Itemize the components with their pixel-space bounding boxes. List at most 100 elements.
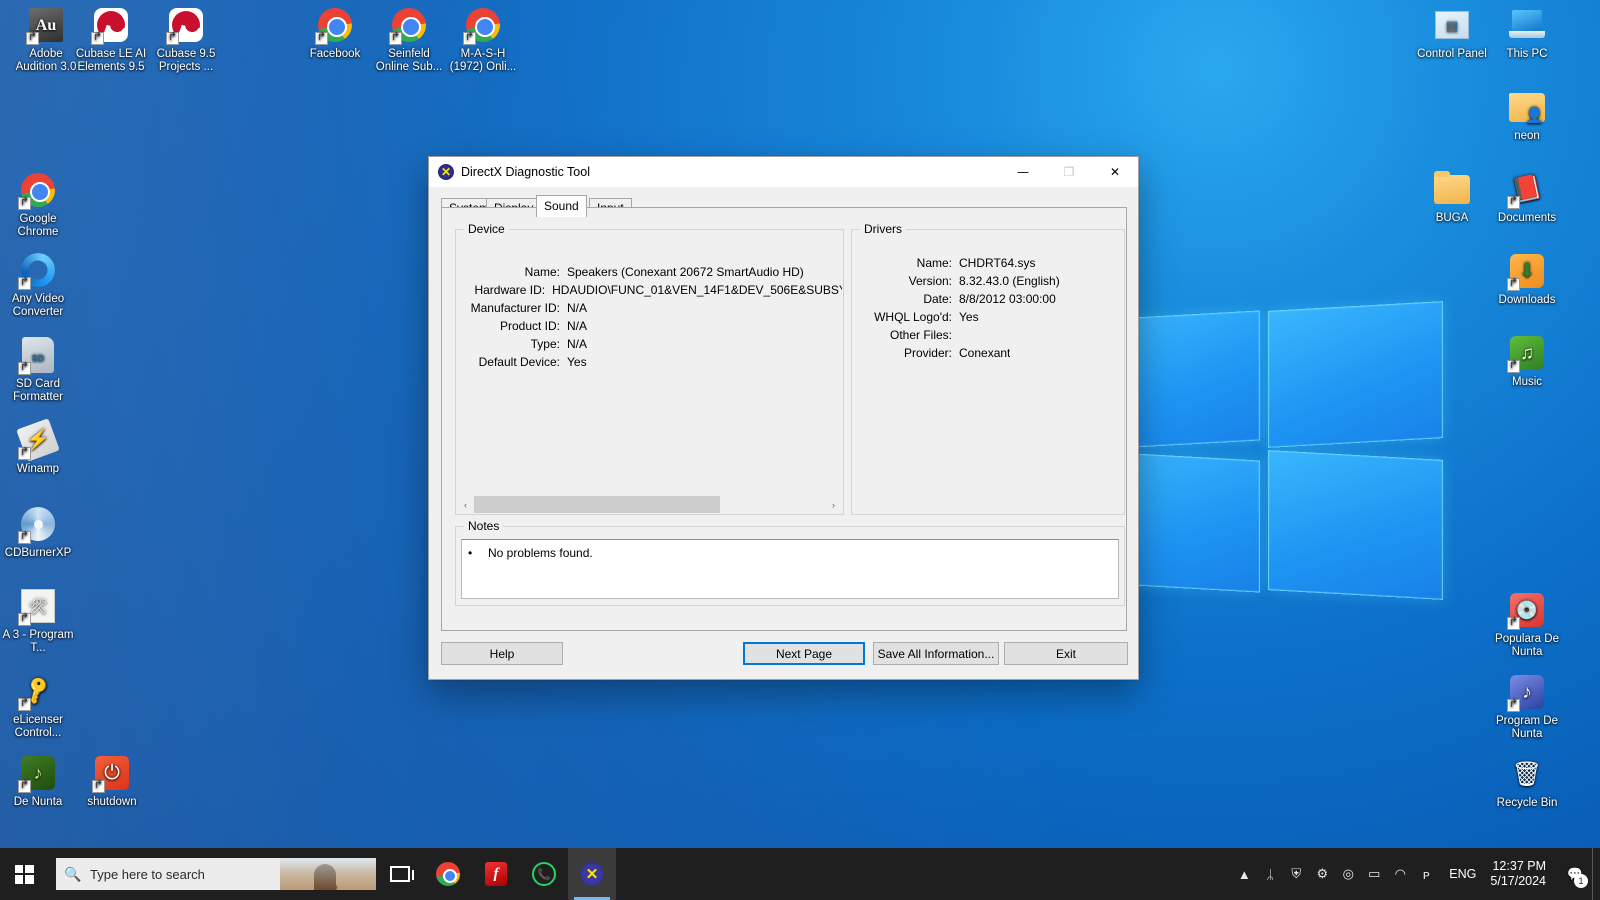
desktop-icon-shutdown[interactable]: shutdown [74,754,150,809]
info-row: Hardware ID: HDAUDIO\FUNC_01&VEN_14F1&DEV… [457,281,842,299]
directx-diagnostic-tool-window[interactable]: DirectX Diagnostic Tool — ❐ ✕ System Dis… [428,156,1139,680]
desktop-icon-m-a-s-h-1972-onli[interactable]: M-A-S-H (1972) Onli... [445,6,521,74]
minimize-button[interactable]: — [1000,157,1046,187]
desktop-icon-facebook[interactable]: Facebook [297,6,373,61]
desktop-icon-google-chrome[interactable]: Google Chrome [0,171,76,239]
info-row-label: Hardware ID: [474,283,546,297]
clock-date: 5/17/2024 [1490,874,1546,888]
desktop-icon-sd-card-formatter[interactable]: SD Card Formatter [0,336,76,404]
shortcut-overlay-icon [1507,278,1520,291]
sd-icon [18,336,57,375]
desktop-icon-recycle-bin[interactable]: Recycle Bin [1489,755,1565,810]
chrome-icon [436,862,460,886]
clock[interactable]: 12:37 PM 5/17/2024 [1486,848,1558,900]
notes-text-area[interactable]: • No problems found. [461,539,1119,599]
network-icon[interactable]: ◠ [1387,848,1413,900]
info-row-label: Other Files: [889,328,952,342]
taskbar-item-dxdiag[interactable] [568,848,616,900]
windows-logo-icon [14,864,34,884]
scroll-left-arrow-icon[interactable]: ‹ [457,496,474,513]
winamp-icon [16,418,60,462]
info-row: Type: N/A [457,335,842,353]
avc-icon [18,251,57,290]
desktop-icon-program-de-nunta[interactable]: Program De Nunta [1489,673,1565,741]
action-center-button[interactable]: 💬 1 [1558,848,1592,900]
desktop-icon-winamp[interactable]: Winamp [0,418,76,476]
desktop-icon-de-nunta[interactable]: De Nunta [0,754,76,809]
desktop-icon-cdburnerxp[interactable]: CDBurnerXP [0,505,76,560]
sound-tab-page: Device Name: Speakers (Conexant 20672 Sma… [441,207,1127,631]
close-button[interactable]: ✕ [1092,157,1138,187]
bluetooth-icon[interactable]: ᛦ [1257,848,1283,900]
desktop-icon-this-pc[interactable]: This PC [1489,6,1565,61]
info-row: WHQL Logo'd: Yes [853,308,1123,326]
desktop-icon-any-video-converter[interactable]: Any Video Converter [0,251,76,319]
taskbar-item-whatsapp[interactable] [520,848,568,900]
windows-security-icon[interactable]: ⛨ [1283,848,1309,900]
shortcut-overlay-icon [18,447,31,460]
desktop-icon-control-panel[interactable]: Control Panel [1414,6,1490,61]
search-input[interactable]: 🔍 Type here to search [56,858,376,890]
desktop-icon-label: CDBurnerXP [4,547,72,559]
scrollbar-track[interactable] [474,496,825,513]
notes-group: Notes • No problems found. [455,519,1125,606]
taskbar-item-flash-player[interactable] [472,848,520,900]
desktop-icon-populara-de-nunta[interactable]: Populara De Nunta [1489,591,1565,659]
info-row-label: Default Device: [478,355,560,369]
info-row-label: Version: [908,274,952,288]
taskbar[interactable]: 🔍 Type here to search ▲ᛦ⛨⚙◎▭◠ᴘ ENG 12:37… [0,848,1600,900]
volume-icon[interactable]: ᴘ [1413,848,1439,900]
elicenser-icon [18,672,57,711]
taskbar-item-chrome[interactable] [424,848,472,900]
chrome-icon [389,6,428,45]
desktop-icon-neon[interactable]: neon [1489,88,1565,143]
search-placeholder: Type here to search [90,866,205,882]
a3-icon [18,587,57,626]
info-row-value: Yes [567,355,587,369]
language-indicator[interactable]: ENG [1439,848,1486,900]
scroll-right-arrow-icon[interactable]: › [825,496,842,513]
info-row: Provider: Conexant [853,344,1123,362]
info-row-value: Yes [959,310,979,324]
show-desktop-button[interactable] [1592,848,1600,900]
shortcut-overlay-icon [18,531,31,544]
shortcut-overlay-icon [166,32,179,45]
desktop-icon-cubase-9-5-projects[interactable]: Cubase 9.5 Projects ... [148,6,224,74]
desktop-icon-label: This PC [1506,48,1548,60]
info-row: Version: 8.32.43.0 (English) [853,272,1123,290]
info-row: Default Device: Yes [457,353,842,371]
maximize-button[interactable]: ❐ [1046,157,1092,187]
notes-bullet-icon: • [468,546,473,560]
desktop-icon-cubase-le-ai-elements-9-5[interactable]: Cubase LE AI Elements 9.5 [73,6,149,74]
task-view-button[interactable] [376,848,424,900]
desktop-icon-a-3-program-t[interactable]: A 3 - Program T... [0,587,76,655]
unknown-device-icon[interactable]: ⚙ [1309,848,1335,900]
next-page-button[interactable]: Next Page [743,642,865,665]
desktop-icon-label: Control Panel [1417,48,1487,60]
desktop-icon-music[interactable]: Music [1489,334,1565,389]
cpanel-icon [1433,6,1471,44]
camera-icon[interactable]: ◎ [1335,848,1361,900]
desktop-icon-buga[interactable]: BUGA [1414,170,1490,225]
desktop-icon-label: BUGA [1435,212,1469,224]
save-all-information-button[interactable]: Save All Information... [873,642,999,665]
music-icon [1507,334,1546,373]
system-tray[interactable]: ▲ ᛦ ⛨ ⚙ ◎ ▭ ◠ ᴘ [1231,848,1439,900]
scrollbar-thumb[interactable] [474,496,720,513]
window-title-bar[interactable]: DirectX Diagnostic Tool — ❐ ✕ [429,157,1138,188]
desktop-icon-seinfeld-online-sub[interactable]: Seinfeld Online Sub... [371,6,447,74]
info-row-label: Provider: [903,346,952,360]
battery-icon[interactable]: ▭ [1361,848,1387,900]
desktop-icon-documents[interactable]: Documents [1489,170,1565,225]
device-horizontal-scrollbar[interactable]: ‹ › [457,496,842,513]
desktop-icon-elicenser-control[interactable]: eLicenser Control... [0,672,76,740]
tab-sound[interactable]: Sound [536,195,587,217]
hidden-icons[interactable]: ▲ [1231,848,1257,900]
start-button[interactable] [0,848,48,900]
cubase-icon [91,6,130,45]
exit-button[interactable]: Exit [1004,642,1128,665]
desktop-icon-downloads[interactable]: Downloads [1489,252,1565,307]
programnunta-icon [1507,673,1546,712]
action-center-badge: 1 [1574,874,1588,888]
help-button[interactable]: Help [441,642,563,665]
